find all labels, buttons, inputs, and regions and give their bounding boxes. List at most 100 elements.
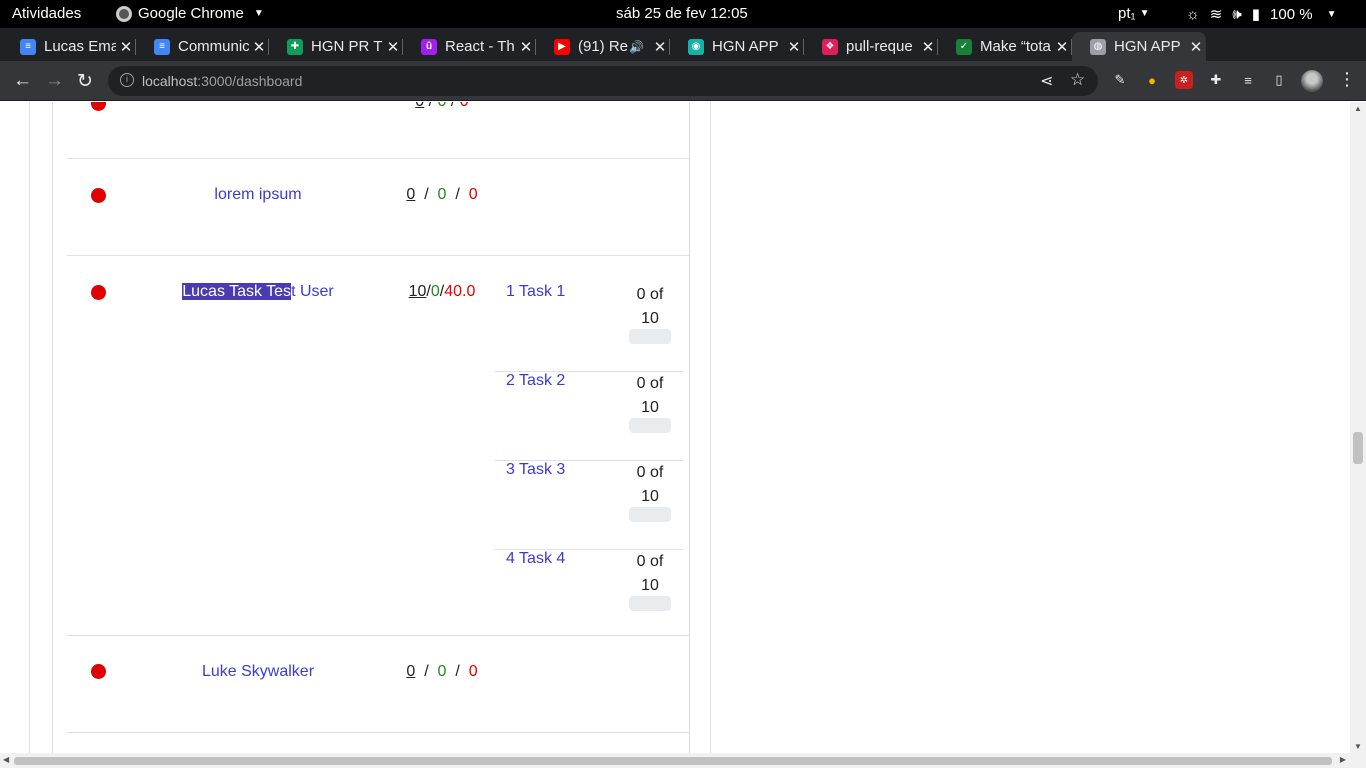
tab-close-icon[interactable]: ✕ [784, 38, 804, 56]
caret-down-icon: ▼ [1139, 8, 1150, 19]
tab-title: React - Th [445, 38, 515, 55]
horizontal-scrollbar[interactable]: ◀ ▶ [0, 753, 1366, 768]
tab-close-icon[interactable]: ✕ [1186, 38, 1206, 56]
tangible-hours[interactable]: 0 [415, 102, 424, 110]
tab-strip: ≡ Lucas Ema ✕ ≡ Communic ✕ ✚ HGN PR T ✕ û React - … [0, 28, 1366, 85]
tab-close-icon[interactable]: ✕ [1052, 38, 1072, 56]
tab-favicon-icon: ≡ [20, 38, 36, 55]
media-queue-icon[interactable]: ≡ [1239, 71, 1257, 89]
table-row: Luke Skywalker 0 / 0 / 0 [67, 635, 689, 732]
tab-close-icon[interactable]: ✕ [249, 38, 269, 56]
scroll-left-arrow-icon[interactable]: ◀ [3, 755, 9, 764]
url-host: localhost [142, 73, 198, 89]
tab-close-icon[interactable]: ✕ [516, 38, 536, 56]
bookmark-star-icon[interactable]: ☆ [1070, 70, 1085, 90]
tab-6[interactable]: ◉ HGN APP ✕ [670, 32, 804, 61]
task-progress-bar [629, 507, 671, 522]
back-arrow-icon[interactable]: ← [13, 70, 32, 92]
horizontal-scroll-thumb[interactable] [14, 757, 1332, 765]
pen-extension-icon[interactable]: ✎ [1111, 71, 1129, 89]
vertical-scrollbar[interactable]: ▲ ▼ [1350, 102, 1366, 753]
tangible-hours[interactable]: 10 [409, 283, 427, 300]
task-link[interactable]: 4 Task 4 [506, 550, 565, 568]
tab-title: HGN APP [1114, 38, 1181, 55]
tab-close-icon[interactable]: ✕ [918, 38, 938, 56]
scroll-right-arrow-icon[interactable]: ▶ [1340, 755, 1346, 764]
profile-avatar[interactable] [1301, 70, 1323, 92]
tab-1[interactable]: ≡ Lucas Ema ✕ [2, 32, 136, 61]
intangible-hours: 0 [430, 283, 440, 300]
task-progress-total: 10 [641, 577, 659, 594]
tab-2[interactable]: ≡ Communic ✕ [136, 32, 269, 61]
total-hours: 0 [468, 663, 478, 680]
extensions-puzzle-icon[interactable]: ✚ [1207, 71, 1225, 89]
reload-icon[interactable]: ↻ [77, 70, 93, 93]
tab-close-icon[interactable]: ✕ [116, 38, 136, 56]
tab-4[interactable]: û React - Th ✕ [403, 32, 536, 61]
tab-title: Communic [178, 38, 249, 55]
task-link[interactable]: 1 Task 1 [506, 283, 565, 301]
url-text[interactable]: localhost:3000/dashboard [142, 73, 302, 89]
language-label: pt₁ [1118, 5, 1136, 22]
caret-down-icon: ▼ [1326, 8, 1337, 20]
tab-title: Lucas Ema [44, 38, 116, 55]
audio-playing-icon[interactable]: 🔊 [629, 40, 644, 54]
status-dot[interactable] [91, 285, 106, 300]
scroll-down-arrow-icon[interactable]: ▼ [1354, 742, 1362, 751]
app-menu[interactable]: Google Chrome ▼ [116, 5, 264, 22]
tab-7[interactable]: ❖ pull-reque ✕ [804, 32, 938, 61]
user-name-clipped[interactable] [158, 102, 358, 111]
status-dot[interactable] [91, 102, 106, 111]
task-progress-total: 10 [641, 488, 659, 505]
tab-3[interactable]: ✚ HGN PR T ✕ [269, 32, 403, 61]
right-column-border [710, 102, 711, 753]
battery-icon: ▮ [1251, 6, 1261, 23]
status-dot[interactable] [91, 664, 106, 679]
tab-favicon-icon: ▶ [554, 38, 570, 55]
share-icon[interactable]: ⋖ [1040, 71, 1053, 91]
system-tray[interactable]: ☼ ≋ 🕪 ▮ 100 % ▼ [1186, 5, 1337, 24]
scroll-up-arrow-icon[interactable]: ▲ [1354, 104, 1362, 113]
activities-button[interactable]: Atividades [12, 5, 81, 22]
table-row: Lucas Task Test User 10/0/40.0 1 Task 1 … [67, 255, 689, 635]
status-dot[interactable] [91, 188, 106, 203]
user-name-link[interactable]: Luke Skywalker [158, 663, 358, 681]
task-progress-done: 0 of [636, 286, 664, 303]
tab-title: HGN APP [712, 38, 779, 55]
tab-title: Make “tota [980, 38, 1051, 55]
task-progress-total: 10 [641, 310, 659, 327]
task-link[interactable]: 2 Task 2 [506, 372, 565, 390]
tab-8[interactable]: ✓ Make “tota ✕ [938, 32, 1072, 61]
site-info-icon[interactable]: i [120, 73, 134, 87]
tab-close-icon[interactable]: ✕ [650, 38, 670, 56]
page-viewport: 0 / 0 / 0 lorem ipsum 0 / 0 / 0 Lucas Ta… [0, 102, 1350, 753]
forward-arrow-icon[interactable]: → [45, 70, 64, 92]
tab-9[interactable]: ◍ HGN APP ✕ [1072, 32, 1206, 61]
red-extension-icon[interactable]: ✲ [1175, 71, 1193, 89]
task-item: 2 Task 2 0 of 10 [494, 372, 683, 461]
task-progress-total: 10 [641, 399, 659, 416]
volume-icon: 🕪 [1232, 5, 1242, 23]
tab-favicon-icon: ❖ [822, 38, 838, 55]
side-panel-icon[interactable]: ▯ [1270, 71, 1288, 89]
url-path: :3000/dashboard [197, 73, 303, 89]
clock[interactable]: sáb 25 de fev 12:05 [616, 5, 748, 22]
task-link[interactable]: 3 Task 3 [506, 461, 565, 479]
tab-favicon-icon: ◉ [688, 38, 704, 55]
address-bar[interactable]: i localhost:3000/dashboard ⋖ ☆ [108, 66, 1098, 96]
table-row-partial [67, 732, 689, 753]
user-name-link[interactable]: lorem ipsum [158, 186, 358, 204]
bulb-extension-icon[interactable]: ● [1143, 71, 1161, 89]
tab-5[interactable]: ▶ (91) Re 🔊 ✕ [536, 32, 670, 61]
tab-favicon-icon: ◍ [1090, 38, 1106, 55]
kebab-menu-icon[interactable]: ⋮ [1338, 69, 1356, 90]
task-progress-text: 0 of 10 [626, 283, 674, 331]
vertical-scroll-thumb[interactable] [1353, 432, 1363, 464]
app-name: Google Chrome [138, 5, 244, 22]
input-language[interactable]: pt₁ ▼ [1118, 5, 1149, 22]
tangible-hours[interactable]: 0 [406, 663, 415, 680]
tab-title: pull-reque [846, 38, 913, 55]
tab-close-icon[interactable]: ✕ [383, 38, 403, 56]
tangible-hours[interactable]: 0 [406, 186, 415, 203]
user-name-link[interactable]: Lucas Task Test User [158, 283, 358, 301]
